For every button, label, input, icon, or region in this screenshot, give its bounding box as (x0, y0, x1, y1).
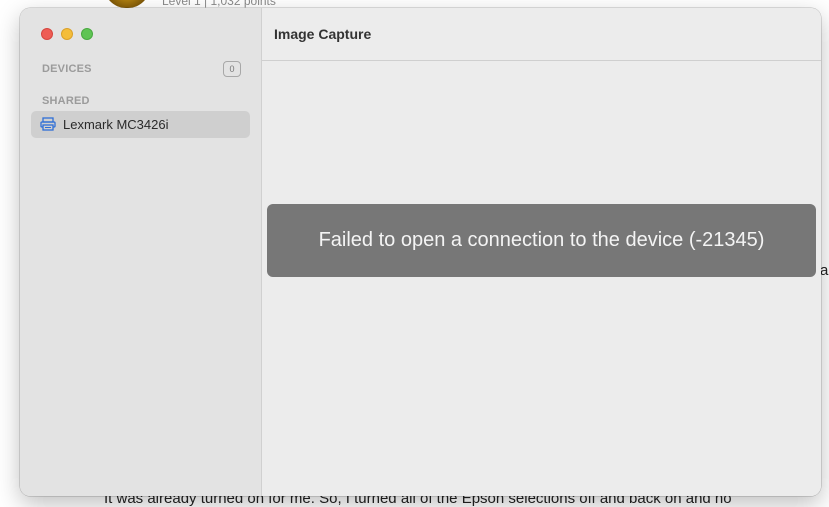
sidebar-item-label: Lexmark MC3426i (63, 117, 169, 132)
sidebar-item-lexmark-mc3426i[interactable]: Lexmark MC3426i (31, 111, 250, 138)
sidebar: DEVICES 0 SHARED Lexmark MC3426i (20, 8, 262, 496)
main-content: Image Capture Failed to open a connectio… (262, 8, 821, 496)
close-window-button[interactable] (41, 28, 53, 40)
zoom-window-button[interactable] (81, 28, 93, 40)
user-avatar (104, 0, 150, 8)
error-banner: Failed to open a connection to the devic… (267, 204, 816, 277)
devices-count-badge: 0 (223, 61, 241, 77)
toolbar: Image Capture (262, 8, 821, 61)
minimize-window-button[interactable] (61, 28, 73, 40)
printer-icon (40, 117, 56, 131)
background-user-level-text: Level 1 | 1,032 points (162, 0, 276, 8)
shared-section-label: SHARED (42, 95, 90, 107)
window-title: Image Capture (274, 26, 372, 42)
image-capture-window: DEVICES 0 SHARED Lexmark MC3426i Image C… (20, 8, 821, 496)
devices-section-label: DEVICES (42, 63, 92, 75)
background-cutoff-text: a (820, 262, 829, 279)
error-message: Failed to open a connection to the devic… (318, 229, 765, 251)
